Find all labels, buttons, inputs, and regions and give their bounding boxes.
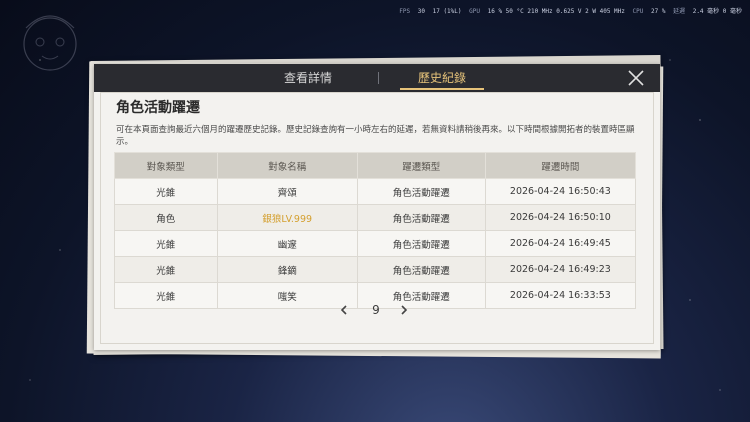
- latency-stats: 2.4 毫秒 0 毫秒: [692, 8, 742, 15]
- cell-warp-type: 角色活動躍遷: [356, 204, 486, 231]
- fps-value: 30: [417, 8, 425, 15]
- tab-divider: [378, 72, 379, 84]
- mascot-outline-image: [23, 15, 77, 71]
- cell-warp-type: 角色活動躍遷: [356, 230, 486, 257]
- performance-overlay: FPS 30 17 (1%L) GPU 16 % 50 °C 210 MHz 0…: [395, 6, 742, 15]
- cell-item-type: 光錐: [114, 256, 218, 283]
- cell-warp-type: 角色活動躍遷: [356, 256, 486, 283]
- latency-label: 延遲: [673, 8, 686, 15]
- description-text: 可在本頁面查詢最近六個月的躍遷歷史記錄。歷史記錄查詢有一小時左右的延遲，若無資料…: [116, 125, 635, 147]
- gpu-label: GPU: [469, 8, 480, 15]
- close-icon[interactable]: [626, 68, 646, 88]
- tab-history[interactable]: 歷史紀錄: [399, 64, 485, 92]
- cell-item-type: 角色: [114, 204, 218, 231]
- chevron-left-icon[interactable]: [336, 302, 352, 318]
- section-title: 角色活動躍遷: [116, 100, 200, 116]
- cell-item-type: 光錐: [114, 178, 218, 205]
- header-warp-type: 躍遷類型: [356, 152, 486, 179]
- cell-item-name-highlight: 銀狼LV.999: [216, 204, 358, 231]
- warp-history-table: 對象類型 對象名稱 躍遷類型 躍遷時間 光錐 齊頌 角色活動躍遷 2026-04…: [114, 152, 637, 309]
- cell-warp-time: 2026-04-24 16:50:10: [484, 204, 637, 231]
- table-row: 光錐 齊頌 角色活動躍遷 2026-04-24 16:50:43: [114, 178, 637, 205]
- cpu-label: CPU: [632, 8, 644, 15]
- fps-low: 17 (1%L): [432, 8, 462, 15]
- cell-warp-time: 2026-04-24 16:33:53: [484, 282, 637, 309]
- table-header-row: 對象類型 對象名稱 躍遷類型 躍遷時間: [114, 152, 637, 179]
- cell-item-name: 齊頌: [216, 178, 358, 205]
- header-item-type: 對象類型: [114, 152, 218, 179]
- tab-bar: 查看詳情 歷史紀錄: [94, 64, 660, 92]
- chevron-right-icon[interactable]: [396, 302, 412, 318]
- cpu-stats: 27 %: [650, 8, 666, 15]
- cell-item-name: 幽邃: [216, 230, 358, 257]
- cell-item-name: 鋒鏑: [216, 256, 358, 283]
- cell-warp-type: 角色活動躍遷: [356, 178, 486, 205]
- cell-item-type: 光錐: [114, 230, 218, 257]
- table-row: 光錐 幽邃 角色活動躍遷 2026-04-24 16:49:45: [114, 230, 637, 257]
- cell-warp-time: 2026-04-24 16:49:45: [484, 230, 637, 257]
- fps-label: FPS: [399, 8, 411, 15]
- header-item-name: 對象名稱: [216, 152, 358, 179]
- cell-warp-time: 2026-04-24 16:49:23: [484, 256, 637, 283]
- pagination: 9: [332, 302, 432, 318]
- tab-view-details[interactable]: 查看詳情: [284, 64, 332, 92]
- gpu-stats: 16 % 50 °C 210 MHz 0.625 V 2 W 405 MHz: [487, 8, 625, 15]
- table-row: 角色 銀狼LV.999 角色活動躍遷 2026-04-24 16:50:10: [114, 204, 637, 231]
- cell-warp-time: 2026-04-24 16:50:43: [484, 178, 637, 205]
- table-row: 光錐 鋒鏑 角色活動躍遷 2026-04-24 16:49:23: [114, 256, 637, 283]
- cell-item-type: 光錐: [114, 282, 218, 309]
- warp-history-panel: 查看詳情 歷史紀錄 角色活動躍遷 可在本頁面查詢最近六個月的躍遷歷史記錄。歷史記…: [94, 64, 660, 350]
- page-number: 9: [372, 303, 380, 317]
- header-warp-time: 躍遷時間: [484, 152, 637, 179]
